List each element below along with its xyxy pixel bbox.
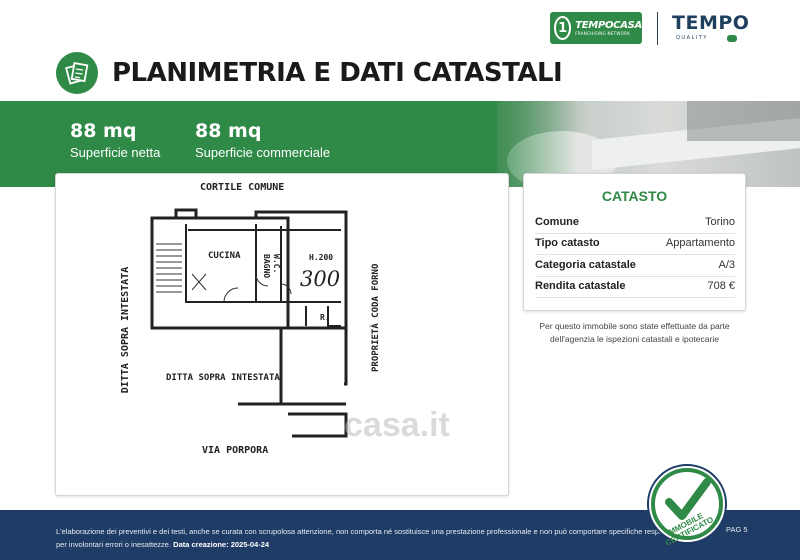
label-cortile-comune: CORTILE COMUNE xyxy=(200,182,284,193)
label-bagno: BAGNO xyxy=(262,254,271,278)
label-cucina: CUCINA xyxy=(208,251,241,261)
label-proprieta: PROPRIETÀ CODA FORNO xyxy=(369,263,381,372)
tempocasa-tagline: FRANCHISING NETWORK xyxy=(575,31,631,36)
stat-net-area-value: 88 mq xyxy=(70,120,137,142)
catasto-row: Categoria catastale A/3 xyxy=(535,256,735,277)
catasto-row: Rendita catastale 708 € xyxy=(535,277,735,298)
footer-creation-date: 2025-04-24 xyxy=(230,540,270,549)
floorplan-icon xyxy=(56,52,98,94)
catasto-note: Per questo immobile sono state effettuat… xyxy=(523,320,746,345)
label-r: R. xyxy=(320,313,330,322)
stat-net-area: 88 mq Superficie netta xyxy=(70,120,160,160)
page-title: PLANIMETRIA E DATI CATASTALI xyxy=(112,58,563,88)
tempocasa-badge-icon: 1 xyxy=(554,16,572,40)
tempo-name: TEMPO xyxy=(672,12,750,34)
catasto-value: Torino xyxy=(705,216,735,228)
catasto-value: 708 € xyxy=(707,280,735,292)
label-ditta-left: DITTA SOPRA INTESTATA xyxy=(120,267,131,393)
catasto-note-line1: Per questo immobile sono state effettuat… xyxy=(539,321,730,331)
floorplan-drawing: CORTILE COMUNE CUCINA BAGNO W.C. H.200 3… xyxy=(120,182,450,456)
certified-check-icon: IMMOBILE CERTIFICATO xyxy=(647,464,727,548)
footer-disclaimer: L'elaborazione dei preventivi e dei test… xyxy=(56,525,691,551)
footer-line1: L'elaborazione dei preventivi e dei test… xyxy=(56,527,691,536)
stat-commercial-area-value: 88 mq xyxy=(195,120,262,142)
label-height-value: 300 xyxy=(300,267,340,291)
footer-line2: per involontari errori o inesattezze. xyxy=(56,540,172,549)
logo-divider xyxy=(657,12,658,45)
stat-commercial-area-label: Superficie commerciale xyxy=(195,145,331,160)
page-number: PAG 5 xyxy=(726,525,748,534)
tempo-quality-logo: TEMPO QUALITY xyxy=(672,12,752,44)
catasto-title: CATASTO xyxy=(601,188,668,204)
catasto-row: Comune Torino xyxy=(535,213,735,234)
catasto-value: Appartamento xyxy=(665,237,735,249)
catasto-value: A/3 xyxy=(718,259,735,271)
label-wc: W.C. xyxy=(272,254,281,273)
watermark: casa.it xyxy=(344,406,450,444)
catasto-key: Tipo catasto xyxy=(535,237,600,249)
tempo-sub: QUALITY xyxy=(676,35,708,41)
footer-creation-label: Data creazione: xyxy=(173,540,229,549)
tempo-quality-badge-icon xyxy=(727,35,737,42)
catasto-key: Rendita catastale xyxy=(535,280,626,292)
certified-seal: IMMOBILE CERTIFICATO xyxy=(645,462,729,548)
tempocasa-logo: 1 TEMPOCASA FRANCHISING NETWORK xyxy=(550,12,642,44)
catasto-key: Comune xyxy=(535,216,579,228)
label-via-porpora: VIA PORPORA xyxy=(202,445,268,456)
catasto-row: Tipo catasto Appartamento xyxy=(535,234,735,255)
tempocasa-name: TEMPOCASA xyxy=(575,20,642,31)
catasto-note-line2: dell'agenzia le ispezioni catastali e ip… xyxy=(550,333,719,344)
catasto-card: CATASTO Comune Torino Tipo catasto Appar… xyxy=(523,173,746,311)
label-ditta-center: DITTA SOPRA INTESTATA xyxy=(166,373,280,383)
stat-commercial-area: 88 mq Superficie commerciale xyxy=(195,120,330,160)
catasto-key: Categoria catastale xyxy=(535,259,636,271)
floorplan-card: CORTILE COMUNE CUCINA BAGNO W.C. H.200 3… xyxy=(55,173,509,496)
stat-net-area-label: Superficie netta xyxy=(70,145,161,160)
label-height: H.200 xyxy=(309,253,333,262)
